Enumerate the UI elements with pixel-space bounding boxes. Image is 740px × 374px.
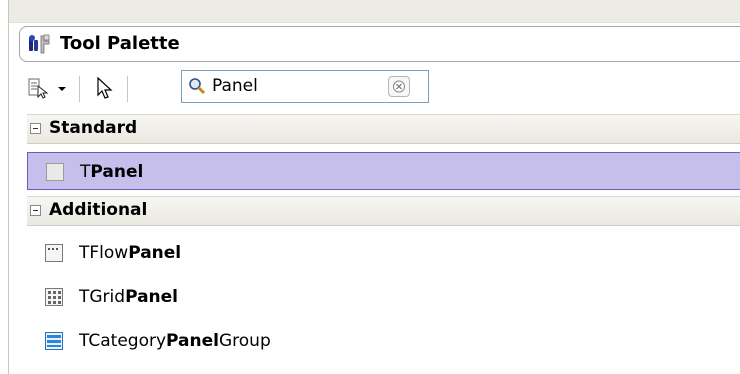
- category-additional[interactable]: Additional: [27, 196, 740, 226]
- chevron-down-icon[interactable]: [55, 76, 69, 100]
- palette-item-tflowpanel[interactable]: TFlowPanel: [27, 234, 740, 272]
- palette-item-tcategorypanelgroup[interactable]: TCategoryPanelGroup: [27, 322, 740, 360]
- category-standard[interactable]: Standard: [27, 114, 740, 144]
- palette-item-label: TPanel: [80, 162, 144, 182]
- palette-item-label: TCategoryPanelGroup: [79, 331, 271, 351]
- search-input[interactable]: [212, 75, 372, 97]
- palette-toolbar: [19, 68, 740, 108]
- categories-view-icon[interactable]: [27, 76, 49, 100]
- palette-item-tgridpanel[interactable]: TGridPanel: [27, 278, 740, 316]
- tool-palette-titlebar[interactable]: Tool Palette: [19, 26, 740, 62]
- tool-palette-icon: [29, 34, 50, 54]
- collapse-icon[interactable]: [30, 123, 41, 134]
- toolbar-separator: [79, 76, 80, 102]
- tpanel-icon: [46, 163, 64, 181]
- category-label: Additional: [49, 200, 148, 220]
- palette-item-tpanel[interactable]: TPanel: [27, 152, 740, 190]
- window-top-strip: [9, 0, 740, 23]
- pointer-arrow-icon[interactable]: [93, 76, 115, 100]
- clear-search-icon: [393, 80, 405, 93]
- tgridpanel-icon: [45, 288, 63, 306]
- collapse-icon[interactable]: [30, 205, 41, 216]
- toolbar-separator: [127, 76, 128, 102]
- tcategorypanelgroup-icon: [45, 332, 63, 350]
- clear-search-button[interactable]: [388, 76, 410, 97]
- tool-palette-window: Tool Palette Panel Standard TPanel Addit…: [8, 0, 740, 374]
- tflowpanel-icon: [45, 244, 63, 262]
- magnifier-icon: [189, 78, 206, 95]
- category-label: Standard: [49, 118, 138, 138]
- search-box[interactable]: [181, 70, 429, 103]
- palette-item-label: TFlowPanel: [79, 243, 182, 263]
- palette-item-label: TGridPanel: [79, 287, 178, 307]
- tool-palette-title: Tool Palette: [60, 33, 180, 54]
